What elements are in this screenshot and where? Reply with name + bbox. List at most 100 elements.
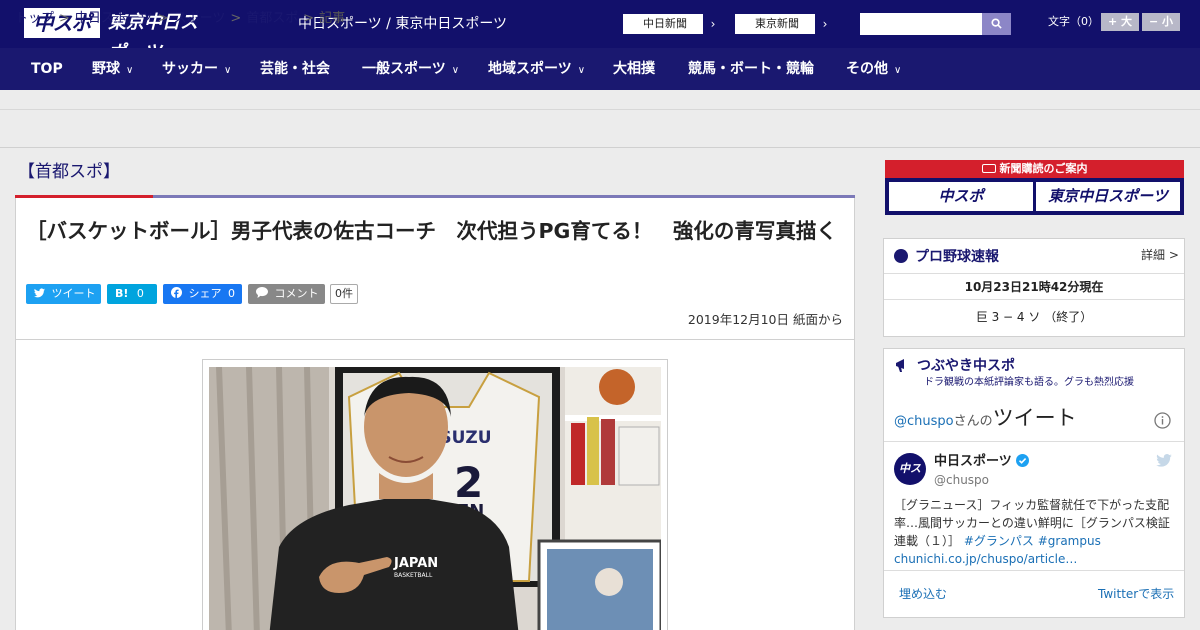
nav-label: TOP	[31, 61, 63, 77]
chevron-down-icon: ∨	[451, 65, 460, 76]
tweet-account-name[interactable]: 中日スポーツ	[934, 454, 1030, 470]
hatena-count: 0	[136, 287, 144, 300]
nav-item-baseball[interactable]: 野球 ∨	[92, 48, 133, 90]
nav-label: 大相撲	[613, 61, 655, 77]
megaphone-icon	[896, 359, 904, 372]
tweet-button[interactable]: ツイート	[26, 284, 101, 304]
breadcrumb-separator: >	[230, 11, 242, 26]
widget-divider	[884, 441, 1184, 442]
facebook-share-button[interactable]: シェア 0	[163, 284, 242, 304]
tweets-header: @chuspoさんのツイート	[894, 406, 1077, 434]
newspaper-icon	[981, 164, 996, 173]
breadcrumb-separator: >	[303, 11, 315, 26]
promo-chuspo-logo[interactable]: 中スポ	[889, 182, 1033, 211]
tokyo-shimbun-label: 東京新聞	[755, 17, 799, 30]
promo-tokyo-chunichi-logo[interactable]: 東京中日スポーツ	[1036, 182, 1180, 211]
hoodie-text: JAPAN	[393, 556, 438, 571]
chevron-down-icon: ∨	[224, 65, 232, 76]
header-spacer	[0, 90, 1200, 110]
section-title: 【首都スポ】	[18, 162, 120, 182]
facebook-count: 0	[228, 287, 235, 300]
speech-bubble-icon	[256, 287, 268, 298]
nav-item-top[interactable]: TOP	[31, 48, 63, 90]
breadcrumb-top[interactable]: トップ	[15, 11, 54, 26]
tweets-header-handle[interactable]: @chuspo	[894, 414, 954, 429]
font-size-label: 文字（0）	[1048, 15, 1099, 28]
comment-count: 0件	[330, 284, 358, 304]
subscription-promo-title: 新聞購読のご案内	[885, 161, 1184, 177]
hatena-bookmark-button[interactable]: B! 0	[107, 284, 157, 304]
comment-button[interactable]: コメント	[248, 284, 325, 304]
embed-link[interactable]: 埋め込む	[899, 586, 947, 602]
chunichi-shimbun-link[interactable]: 中日新聞 ›	[622, 13, 724, 35]
chevron-right-icon: ›	[703, 14, 723, 34]
nav-label: 芸能・社会	[260, 61, 330, 77]
chunichi-shimbun-label: 中日新聞	[643, 17, 687, 30]
comment-label: コメント	[274, 287, 319, 300]
verified-badge-icon	[1016, 454, 1030, 467]
nav-item-racing[interactable]: 競馬・ボート・競輪	[688, 48, 814, 90]
promo-title-text: 新聞購読のご案内	[999, 162, 1088, 175]
chevron-down-icon: ∨	[894, 65, 902, 76]
jersey-number: 2	[454, 458, 483, 507]
nav-label: 地域スポーツ	[488, 61, 572, 77]
avatar[interactable]: 中スポ	[894, 453, 926, 507]
search-icon	[991, 18, 1002, 29]
tweet-hashtags[interactable]: #グランパス #grampus	[964, 534, 1101, 548]
publish-date: 2019年12月10日 紙面から	[687, 312, 843, 327]
breadcrumb-separator: >	[157, 11, 169, 26]
twitter-bird-icon	[34, 288, 45, 298]
baseball-icon	[894, 249, 908, 263]
account-name-text: 中日スポーツ	[934, 454, 1012, 469]
baseball-detail-link[interactable]: 詳細 >	[1141, 247, 1179, 263]
nav-label: 競馬・ボート・競輪	[688, 61, 814, 77]
facebook-label: シェア	[188, 287, 222, 300]
nav-label: 野球	[92, 61, 120, 77]
facebook-icon	[171, 287, 182, 298]
breadcrumb-separator: >	[59, 11, 70, 26]
hoodie-subtext: BASKETBALL	[394, 572, 433, 579]
article-photo[interactable]: ISUZU 2 EN JAPAN BASKETBALL	[209, 367, 661, 630]
article-accent-line	[15, 195, 855, 198]
font-size-up-button[interactable]: + 大	[1101, 13, 1139, 31]
coach-portrait-image: ISUZU 2 EN JAPAN BASKETBALL	[209, 367, 661, 630]
tweets-header-word: ツイート	[992, 406, 1077, 430]
tweet-account-handle[interactable]: @chuspo	[934, 473, 989, 487]
hatena-icon: B!	[115, 287, 129, 300]
chevron-right-icon: ›	[815, 14, 835, 34]
nav-item-other[interactable]: その他 ∨	[846, 48, 901, 90]
nav-item-regional-sports[interactable]: 地域スポーツ ∨	[488, 48, 585, 90]
search-button[interactable]	[982, 13, 1011, 35]
game-score[interactable]: 巨 3 − 4 ソ （終了）	[884, 309, 1184, 325]
breadcrumb-bar	[0, 110, 1200, 148]
search-input[interactable]	[860, 13, 982, 35]
tweet-link[interactable]: chunichi.co.jp/chuspo/article…	[894, 552, 1077, 566]
baseball-widget-title: プロ野球速報	[915, 249, 999, 265]
article-divider	[16, 339, 854, 340]
tweet-label: ツイート	[51, 287, 96, 300]
breadcrumb: トップ > 中日スポーツ > スポーツ > 首都スポ > 記事	[15, 11, 345, 27]
breadcrumb-chunichi-sports[interactable]: 中日スポーツ	[75, 11, 153, 26]
nav-item-entertainment[interactable]: 芸能・社会	[260, 48, 330, 90]
tweets-header-san: さんの	[953, 414, 993, 429]
chevron-down-icon: ∨	[577, 65, 586, 76]
widget-divider	[884, 273, 1184, 274]
info-icon[interactable]	[1154, 412, 1171, 429]
font-size-down-button[interactable]: − 小	[1142, 13, 1180, 31]
twitter-bird-icon	[1156, 454, 1172, 467]
widget-divider	[884, 299, 1184, 300]
nav-item-soccer[interactable]: サッカー ∨	[162, 48, 231, 90]
breadcrumb-shuto-supo[interactable]: 首都スポ	[246, 11, 298, 26]
breadcrumb-sports[interactable]: スポーツ	[174, 11, 226, 26]
nav-item-sumo[interactable]: 大相撲	[613, 48, 655, 90]
nav-item-general-sports[interactable]: 一般スポーツ ∨	[362, 48, 459, 90]
nav-label: その他	[846, 61, 888, 77]
tweets-widget-subtitle: ドラ観戦の本紙評論家も語る。グラも熱烈応援	[924, 377, 1134, 388]
view-on-twitter-link[interactable]: Twitterで表示	[1098, 586, 1174, 602]
tweet-text: ［グラニュース］フィッカ監督就任で下がった支配率…風間サッカーとの違い鮮明に［グ…	[894, 496, 1176, 568]
tokyo-shimbun-link[interactable]: 東京新聞 ›	[734, 13, 836, 35]
score-timestamp: 10月23日21時42分現在	[964, 280, 1104, 294]
breadcrumb-current: 記事	[319, 11, 346, 26]
nav-label: 一般スポーツ	[362, 61, 446, 77]
nav-label: サッカー	[162, 61, 218, 77]
